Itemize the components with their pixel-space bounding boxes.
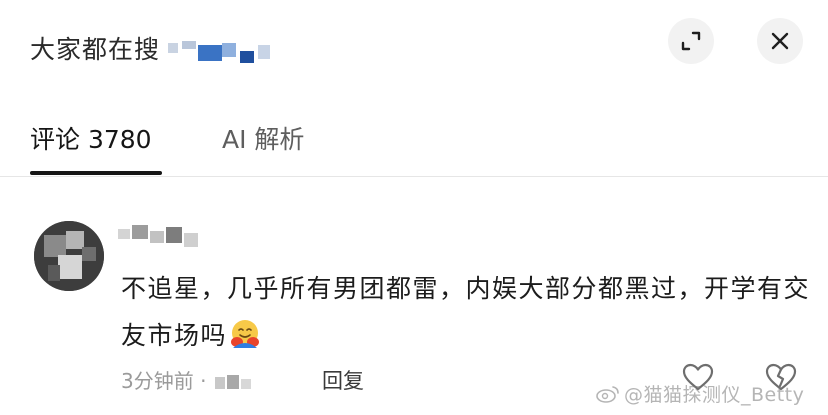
watermark: @猫猫探测仪_Betty [596, 380, 804, 407]
hugging-face-icon [231, 320, 260, 348]
expand-icon [681, 31, 701, 51]
active-tab-indicator [30, 171, 162, 175]
expand-button[interactable] [668, 18, 714, 64]
search-title: 大家都在搜 [30, 30, 274, 66]
location-blurred [213, 373, 255, 393]
search-header: 大家都在搜 [0, 0, 828, 96]
comment-text: 不追星，几乎所有男团都雷，内娱大部分都黑过，开学有交友市场吗 [121, 265, 811, 359]
avatar[interactable] [34, 221, 104, 291]
blurred-search-query [164, 39, 274, 63]
meta-separator: · [200, 369, 207, 393]
comment-body: 不追星，几乎所有男团都雷，内娱大部分都黑过，开学有交友市场吗 [121, 274, 811, 350]
tab-ai-analysis[interactable]: AI 解析 [222, 120, 304, 156]
close-button[interactable] [757, 18, 803, 64]
comment-meta: 3分钟前 · [121, 365, 255, 394]
search-label: 大家都在搜 [30, 35, 161, 64]
comment-time: 3分钟前 [121, 369, 194, 393]
username-blurred[interactable] [118, 223, 202, 249]
tab-bar: 评论 3780 AI 解析 [0, 100, 828, 178]
weibo-logo-icon [596, 386, 619, 403]
reply-button[interactable]: 回复 [322, 365, 364, 395]
tab-comments[interactable]: 评论 3780 [30, 120, 152, 156]
close-icon [771, 32, 789, 50]
watermark-text: @猫猫探测仪_Betty [624, 384, 805, 406]
